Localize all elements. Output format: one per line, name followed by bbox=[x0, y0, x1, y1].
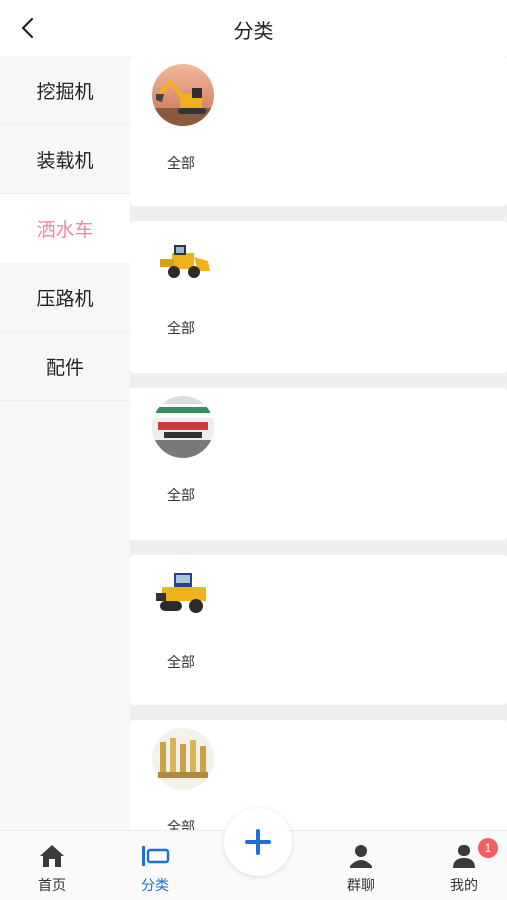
tab-label: 我的 bbox=[450, 877, 478, 893]
sprinkler-truck-image bbox=[152, 396, 214, 458]
category-icon bbox=[142, 846, 170, 866]
excavator-image bbox=[152, 64, 214, 126]
sidebar-item-label: 压路机 bbox=[36, 288, 94, 310]
sidebar-item-excavator[interactable]: 挖掘机 bbox=[0, 56, 130, 125]
parts-fittings-image bbox=[152, 728, 214, 790]
category-card[interactable]: 全部 bbox=[130, 555, 507, 705]
page-title: 分类 bbox=[233, 21, 274, 43]
sidebar-item-label: 挖掘机 bbox=[36, 81, 94, 103]
tab-label: 首页 bbox=[38, 877, 66, 893]
sidebar-item-label: 装载机 bbox=[36, 150, 94, 172]
tab-group-chat[interactable]: 群聊 bbox=[321, 839, 401, 895]
card-label-all: 全部 bbox=[167, 155, 195, 171]
category-sidebar: 挖掘机 装载机 洒水车 压路机 配件 bbox=[0, 56, 130, 830]
tab-category[interactable]: 分类 bbox=[115, 839, 195, 895]
home-icon bbox=[40, 845, 64, 867]
publish-plus-button[interactable] bbox=[224, 808, 292, 876]
header: 分类 bbox=[0, 0, 507, 56]
category-card[interactable]: 全部 bbox=[130, 388, 507, 540]
wheel-loader-image bbox=[152, 229, 214, 291]
sidebar-item-road-roller[interactable]: 压路机 bbox=[0, 263, 130, 332]
road-roller-image bbox=[152, 563, 214, 625]
profile-icon bbox=[453, 845, 475, 868]
category-card[interactable]: 全部 bbox=[130, 221, 507, 373]
group-chat-icon bbox=[350, 845, 372, 868]
category-content: 全部 全部 全部 全部 全部 bbox=[130, 56, 507, 830]
sidebar-item-label: 配件 bbox=[45, 357, 84, 379]
sidebar-item-loader[interactable]: 装载机 bbox=[0, 125, 130, 194]
sidebar-item-parts[interactable]: 配件 bbox=[0, 332, 130, 401]
tab-home[interactable]: 首页 bbox=[12, 839, 92, 895]
tab-label: 群聊 bbox=[347, 877, 375, 893]
category-card[interactable]: 全部 bbox=[130, 720, 507, 830]
card-label-all: 全部 bbox=[167, 487, 195, 503]
category-card[interactable]: 全部 bbox=[130, 56, 507, 206]
card-label-all: 全部 bbox=[167, 819, 195, 830]
card-label-all: 全部 bbox=[167, 654, 195, 670]
card-label-all: 全部 bbox=[167, 320, 195, 336]
plus-icon bbox=[245, 829, 271, 855]
sidebar-item-sprinkler-truck[interactable]: 洒水车 bbox=[0, 194, 130, 263]
sidebar-item-label: 洒水车 bbox=[36, 219, 94, 241]
tab-label: 分类 bbox=[141, 877, 169, 893]
notification-badge: 1 bbox=[478, 838, 498, 858]
